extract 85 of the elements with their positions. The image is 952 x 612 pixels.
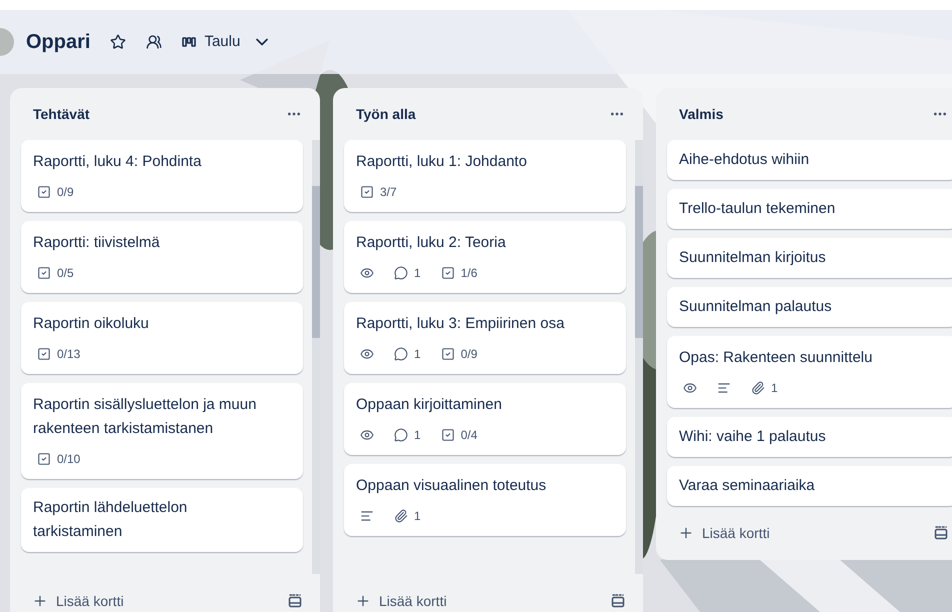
eye-icon bbox=[360, 347, 374, 361]
card-title: Varaa seminaariaika bbox=[679, 476, 816, 496]
badge-count: 1/6 bbox=[460, 265, 478, 282]
card-title: Trello-taulun tekeminen bbox=[679, 199, 836, 219]
plus-icon bbox=[355, 593, 371, 609]
star-icon[interactable] bbox=[110, 34, 126, 50]
card[interactable]: Raportin sisällysluettelon ja muun rakenteen tarkistamistanen 0/10 bbox=[21, 383, 303, 479]
checklist-icon bbox=[37, 452, 51, 466]
checklist-icon bbox=[37, 185, 51, 199]
board-icon bbox=[182, 37, 196, 47]
card-title: Raportin lähdeluettelon tarkistaminen bbox=[33, 498, 188, 542]
list-title[interactable]: Työn alla bbox=[356, 104, 416, 124]
checklist-icon bbox=[440, 428, 455, 442]
board-title[interactable]: Oppari bbox=[26, 27, 90, 57]
card[interactable]: Oppaan visuaalinen toteutus 1 bbox=[344, 464, 626, 536]
eye-icon bbox=[360, 266, 374, 280]
badge-count: 1 bbox=[771, 380, 778, 397]
badge-count: 0/10 bbox=[57, 451, 80, 468]
paperclip-icon bbox=[751, 381, 765, 395]
badge-count: 3/7 bbox=[380, 184, 397, 201]
card-title: Suunnitelman palautus bbox=[679, 297, 833, 317]
description-icon bbox=[717, 381, 731, 395]
card[interactable]: Suunnitelman kirjoitus bbox=[667, 238, 952, 278]
checklist-icon bbox=[440, 266, 455, 280]
card[interactable]: Varaa seminaariaika bbox=[667, 466, 952, 506]
card-title: Wihi: vaihe 1 palautus bbox=[679, 427, 827, 447]
plus-icon bbox=[32, 593, 48, 609]
view-switcher[interactable]: Taulu bbox=[182, 30, 272, 54]
card[interactable]: Suunnitelman palautus bbox=[667, 287, 952, 327]
card-template-icon[interactable] bbox=[934, 526, 948, 540]
card-title: Opas: Rakenteen suunnittelu bbox=[679, 348, 874, 368]
card[interactable]: Oppaan kirjoittaminen 1 0/4 bbox=[344, 383, 626, 455]
description-icon bbox=[360, 509, 374, 523]
card-template-icon[interactable] bbox=[288, 594, 302, 608]
plus-icon bbox=[678, 525, 694, 541]
speech-bubble-icon bbox=[394, 428, 408, 442]
card-title: Raportti, luku 2: Teoria bbox=[356, 233, 507, 253]
scrollbar-thumb[interactable] bbox=[635, 186, 643, 338]
card-title: Raportin oikoluku bbox=[33, 314, 150, 334]
speech-bubble-icon bbox=[394, 347, 408, 361]
badge-count: 0/9 bbox=[460, 346, 478, 363]
card-title: Raportin sisällysluettelon ja muun rakenteen tarkistamistanen bbox=[33, 395, 258, 439]
card-title: Oppaan kirjoittaminen bbox=[356, 395, 503, 415]
speech-bubble-icon bbox=[394, 266, 408, 280]
card[interactable]: Raportti, luku 1: Johdanto 3/7 bbox=[344, 140, 626, 212]
badge-count: 0/4 bbox=[460, 427, 478, 444]
badge-count: 0/13 bbox=[57, 346, 80, 363]
card-title: Oppaan visuaalinen toteutus bbox=[356, 476, 548, 496]
badge-count: 1 bbox=[414, 508, 421, 525]
card-title: Raportti, luku 1: Johdanto bbox=[356, 152, 528, 172]
card[interactable]: Raportti, luku 2: Teoria 1 1/6 bbox=[344, 221, 626, 293]
checklist-icon bbox=[440, 347, 455, 361]
badge-count: 1 bbox=[414, 265, 421, 282]
card-template-icon[interactable] bbox=[611, 594, 625, 608]
card-title: Suunnitelman kirjoitus bbox=[679, 248, 827, 268]
card[interactable]: Raportti: tiivistelmä 0/5 bbox=[21, 221, 303, 293]
card-title: Raportti, luku 4: Pohdinta bbox=[33, 152, 202, 172]
checklist-icon bbox=[37, 266, 51, 280]
badge-count: 0/5 bbox=[57, 265, 74, 282]
add-card-button[interactable]: Lisää kortti bbox=[678, 522, 770, 544]
list-title[interactable]: Valmis bbox=[679, 104, 724, 124]
card-title: Raportti: tiivistelmä bbox=[33, 233, 161, 253]
card[interactable]: Raportti, luku 4: Pohdinta 0/9 bbox=[21, 140, 303, 212]
badge-count: 1 bbox=[414, 346, 421, 363]
users-icon[interactable] bbox=[146, 34, 162, 50]
card-title: Aihe-ehdotus wihiin bbox=[679, 150, 810, 170]
eye-icon bbox=[683, 381, 697, 395]
checklist-icon bbox=[37, 347, 51, 361]
eye-icon bbox=[360, 428, 374, 442]
list-title[interactable]: Tehtävät bbox=[33, 104, 90, 124]
card-title: Raportti, luku 3: Empiirinen osa bbox=[356, 314, 566, 334]
badge-count: 1 bbox=[414, 427, 421, 444]
card[interactable]: Opas: Rakenteen suunnittelu 1 bbox=[667, 336, 952, 408]
badge-count: 0/9 bbox=[57, 184, 74, 201]
card[interactable]: Raportin lähdeluettelon tarkistaminen bbox=[21, 488, 303, 552]
add-card-button[interactable]: Lisää kortti bbox=[355, 590, 447, 612]
card[interactable]: Raportin oikoluku 0/13 bbox=[21, 302, 303, 374]
card[interactable]: Trello-taulun tekeminen bbox=[667, 189, 952, 229]
card[interactable]: Raportti, luku 3: Empiirinen osa 1 0/9 bbox=[344, 302, 626, 374]
card[interactable]: Aihe-ehdotus wihiin bbox=[667, 140, 952, 180]
scrollbar-thumb[interactable] bbox=[312, 186, 320, 338]
checklist-icon bbox=[360, 185, 374, 199]
add-card-button[interactable]: Lisää kortti bbox=[32, 590, 124, 612]
paperclip-icon bbox=[394, 509, 408, 523]
card[interactable]: Wihi: vaihe 1 palautus bbox=[667, 417, 952, 457]
